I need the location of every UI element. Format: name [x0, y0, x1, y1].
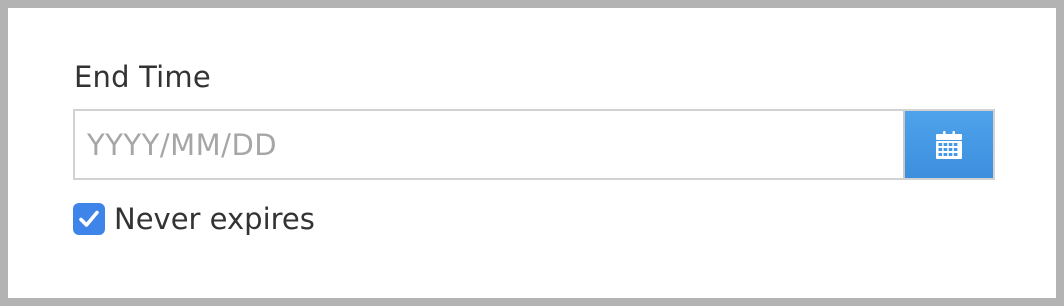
- end-time-date-input[interactable]: [75, 111, 903, 178]
- never-expires-checkbox[interactable]: [73, 203, 105, 235]
- never-expires-row: Never expires: [73, 202, 315, 236]
- never-expires-label[interactable]: Never expires: [114, 202, 315, 236]
- checkmark-icon: [79, 210, 99, 227]
- end-time-input-group: [73, 109, 995, 180]
- panel-frame: End Time YYYY/MM/DD Never expires: [0, 0, 1064, 306]
- end-time-label: End Time: [74, 60, 211, 94]
- calendar-button[interactable]: [903, 111, 993, 178]
- calendar-icon: [936, 130, 962, 159]
